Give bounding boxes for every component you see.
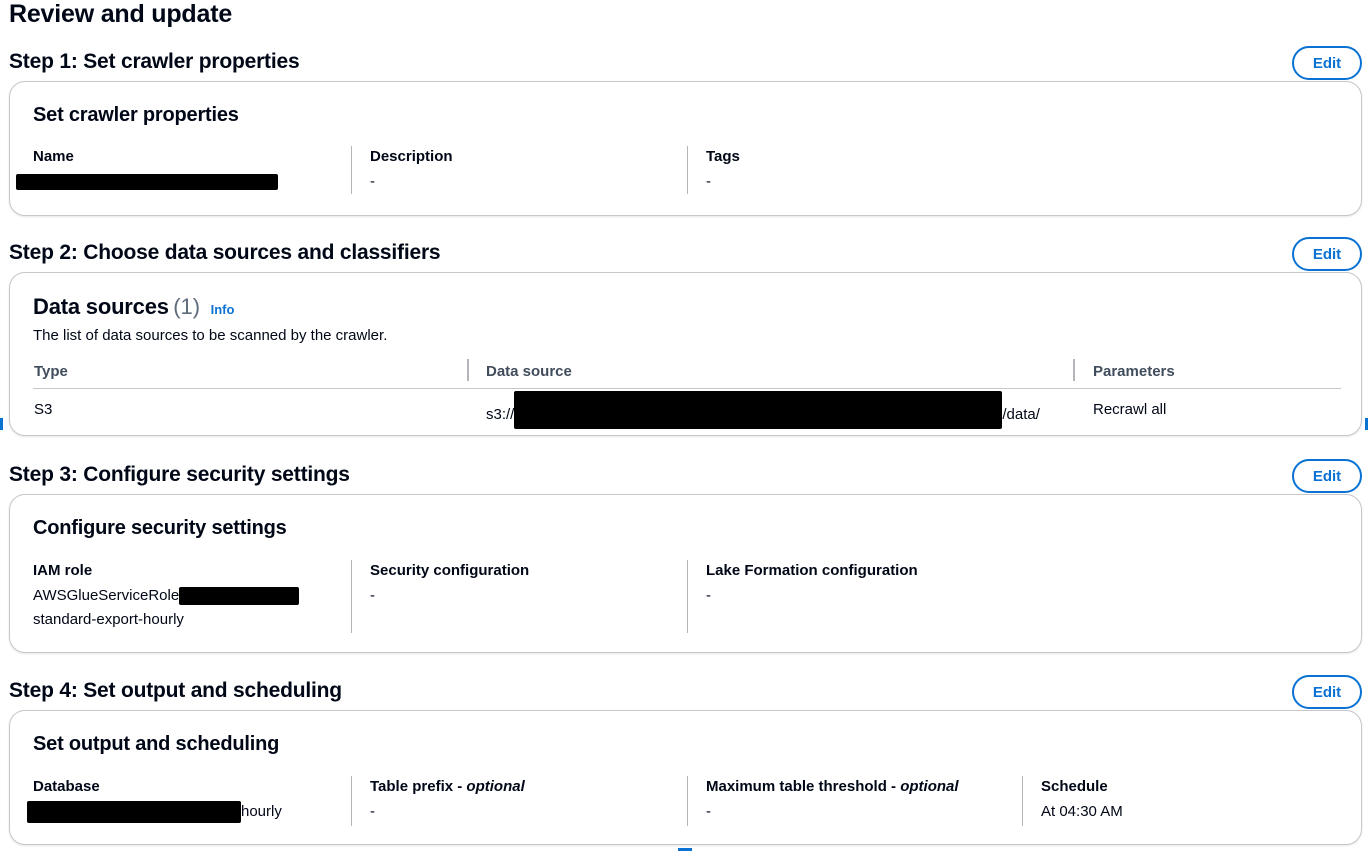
cell-type: S3 [34,401,53,418]
schedule-field: Schedule At 04:30 AM [1022,776,1123,826]
card-title: Set output and scheduling [33,733,280,755]
field-value: - [706,173,711,190]
step-1-title: Step 1: Set crawler properties [9,50,300,73]
card-title: Data sources [33,294,169,319]
step-3-edit-button[interactable]: Edit [1292,459,1362,493]
step-4-card: Set output and scheduling Database hourl… [9,710,1362,845]
field-label: Tags [706,148,740,165]
iam-role-prefix: AWSGlueServiceRole [33,587,180,604]
field-value: - [370,173,375,190]
column-divider[interactable] [467,359,469,381]
field-value: - [370,803,375,820]
field-value: - [370,587,375,604]
source-prefix: s3:// [486,405,515,423]
iam-role-field: IAM role AWSGlueServiceRole standard-exp… [33,560,333,632]
step-2-title: Step 2: Choose data sources and classifi… [9,241,441,264]
field-label: Name [33,148,74,165]
database-suffix: hourly [241,803,282,820]
redacted-value [16,174,278,191]
redacted-value [514,391,1003,429]
step-1-card: Set crawler properties Name Description … [9,81,1362,216]
column-header-type[interactable]: Type [34,363,68,380]
field-label: Security configuration [370,562,530,579]
redacted-value [179,587,300,606]
description-field: Description - [351,146,453,194]
redacted-value [27,801,241,824]
field-label: Lake Formation configuration [706,562,918,579]
page-title: Review and update [9,0,233,28]
security-configuration-field: Security configuration - [351,560,529,633]
step-4-edit-button[interactable]: Edit [1292,675,1362,709]
data-sources-description: The list of data sources to be scanned b… [33,327,388,344]
field-value: - [706,803,711,820]
database-field: Database hourly [27,776,333,824]
name-field: Name [16,146,333,196]
data-sources-header: Data sources (1) Info [33,294,234,320]
source-suffix: /data/ [1002,405,1040,423]
column-divider[interactable] [1073,359,1075,381]
field-label: Database [33,778,100,795]
step-3-title: Step 3: Configure security settings [9,463,350,486]
step-1-edit-button[interactable]: Edit [1292,46,1362,80]
field-label: Table prefix - optional [370,778,525,795]
step-2-card: Data sources (1) Info The list of data s… [9,272,1362,436]
info-link[interactable]: Info [211,302,235,317]
edge-marker [0,418,3,430]
field-value: - [706,587,711,604]
step-3-card: Configure security settings IAM role AWS… [9,494,1362,653]
card-title: Set crawler properties [33,104,239,126]
data-sources-count: (1) [173,294,201,319]
field-value [16,170,333,194]
step-4-title: Step 4: Set output and scheduling [9,679,342,702]
cell-data-source: s3:// /data/ [486,391,1040,429]
iam-role-suffix: standard-export-hourly [33,611,184,628]
step-2-edit-button[interactable]: Edit [1292,237,1362,271]
column-header-parameters[interactable]: Parameters [1093,363,1175,380]
tags-field: Tags - [687,146,740,194]
column-header-data-source[interactable]: Data source [486,363,572,380]
table-prefix-field: Table prefix - optional - [351,776,525,826]
field-value: AWSGlueServiceRole [33,584,333,608]
field-value: hourly [27,800,333,824]
field-label: Description [370,148,453,165]
maximum-table-threshold-field: Maximum table threshold - optional - [687,776,959,826]
field-label: IAM role [33,562,93,579]
field-value: At 04:30 AM [1041,803,1123,820]
cell-parameters: Recrawl all [1093,401,1167,418]
lake-formation-configuration-field: Lake Formation configuration - [687,560,918,633]
field-label: Maximum table threshold - optional [706,778,959,795]
table-divider [33,388,1341,389]
field-label: Schedule [1041,778,1108,795]
card-title: Configure security settings [33,517,287,539]
